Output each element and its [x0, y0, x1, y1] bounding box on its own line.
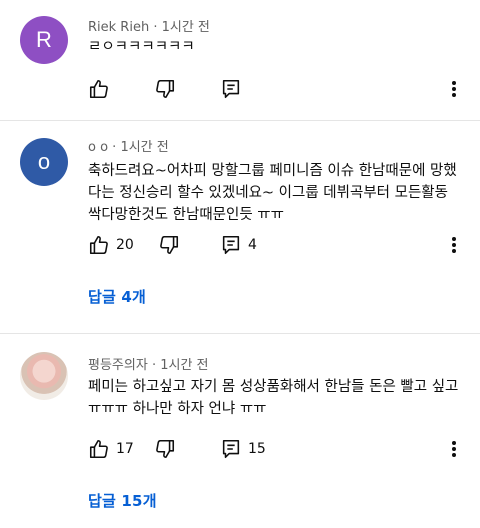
view-replies-link[interactable]: 답글 15개: [88, 490, 157, 511]
comment-text: 페미는 하고싶고 자기 몸 성상품화해서 한남들 돈은 빨고 싶고 ㅠㅠㅠ 하나…: [88, 379, 459, 417]
like-button[interactable]: [88, 77, 110, 101]
thumbs-down-icon: [156, 439, 175, 459]
thumbs-up-icon: [89, 235, 108, 255]
comment-actions: 20 4: [88, 233, 480, 257]
comment-reply-icon: [222, 235, 240, 255]
comment-text: 축하드려요~어차피 망할그룹 페미니즘 이슈 한남때문에 망했다는 정신승리 할…: [88, 163, 457, 223]
avatar[interactable]: R: [20, 16, 68, 64]
dislike-button[interactable]: [158, 233, 180, 257]
comment-meta: Riek Rieh · 1시간 전: [88, 20, 210, 35]
more-options-button[interactable]: [442, 77, 466, 101]
author-name[interactable]: Riek Rieh: [88, 20, 149, 35]
like-count: 20: [116, 237, 134, 253]
avatar-letter: R: [36, 27, 52, 52]
author-name[interactable]: 평등주의자: [88, 358, 148, 373]
avatar-letter: o: [37, 149, 51, 174]
reply-button[interactable]: [220, 77, 242, 101]
more-vertical-icon: [452, 81, 456, 97]
more-vertical-icon: [452, 237, 456, 253]
view-replies-link[interactable]: 답글 4개: [88, 286, 146, 307]
dislike-button[interactable]: [154, 77, 176, 101]
avatar[interactable]: o: [20, 138, 68, 186]
more-options-button[interactable]: [442, 437, 466, 461]
thumbs-up-icon: [89, 79, 108, 99]
like-button[interactable]: 17: [88, 437, 134, 461]
like-count: 17: [116, 441, 134, 457]
more-vertical-icon: [452, 441, 456, 457]
divider: [0, 120, 480, 121]
thumbs-down-icon: [160, 235, 179, 255]
dislike-button[interactable]: [154, 437, 176, 461]
timestamp[interactable]: 1시간 전: [160, 358, 208, 373]
thumbs-up-icon: [89, 439, 108, 459]
comment-meta: o o · 1시간 전: [88, 140, 169, 155]
like-button[interactable]: 20: [88, 233, 134, 257]
comment-reply-icon: [222, 79, 240, 99]
avatar[interactable]: [20, 352, 68, 400]
reply-button[interactable]: 15: [220, 437, 266, 461]
reply-count: 4: [248, 237, 257, 253]
timestamp[interactable]: 1시간 전: [120, 140, 168, 155]
timestamp[interactable]: 1시간 전: [162, 20, 210, 35]
reply-count: 15: [248, 441, 266, 457]
comment-actions: [88, 77, 480, 101]
comment-meta: 평등주의자 · 1시간 전: [88, 358, 209, 373]
reply-button[interactable]: 4: [220, 233, 257, 257]
comment-text: ㄹㅇㅋㅋㅋㅋㅋㅋ: [88, 39, 195, 55]
divider: [0, 333, 480, 334]
author-name[interactable]: o o: [88, 140, 108, 155]
comment-reply-icon: [222, 439, 240, 459]
thumbs-down-icon: [156, 79, 175, 99]
comment-actions: 17 15: [88, 437, 480, 461]
more-options-button[interactable]: [442, 233, 466, 257]
